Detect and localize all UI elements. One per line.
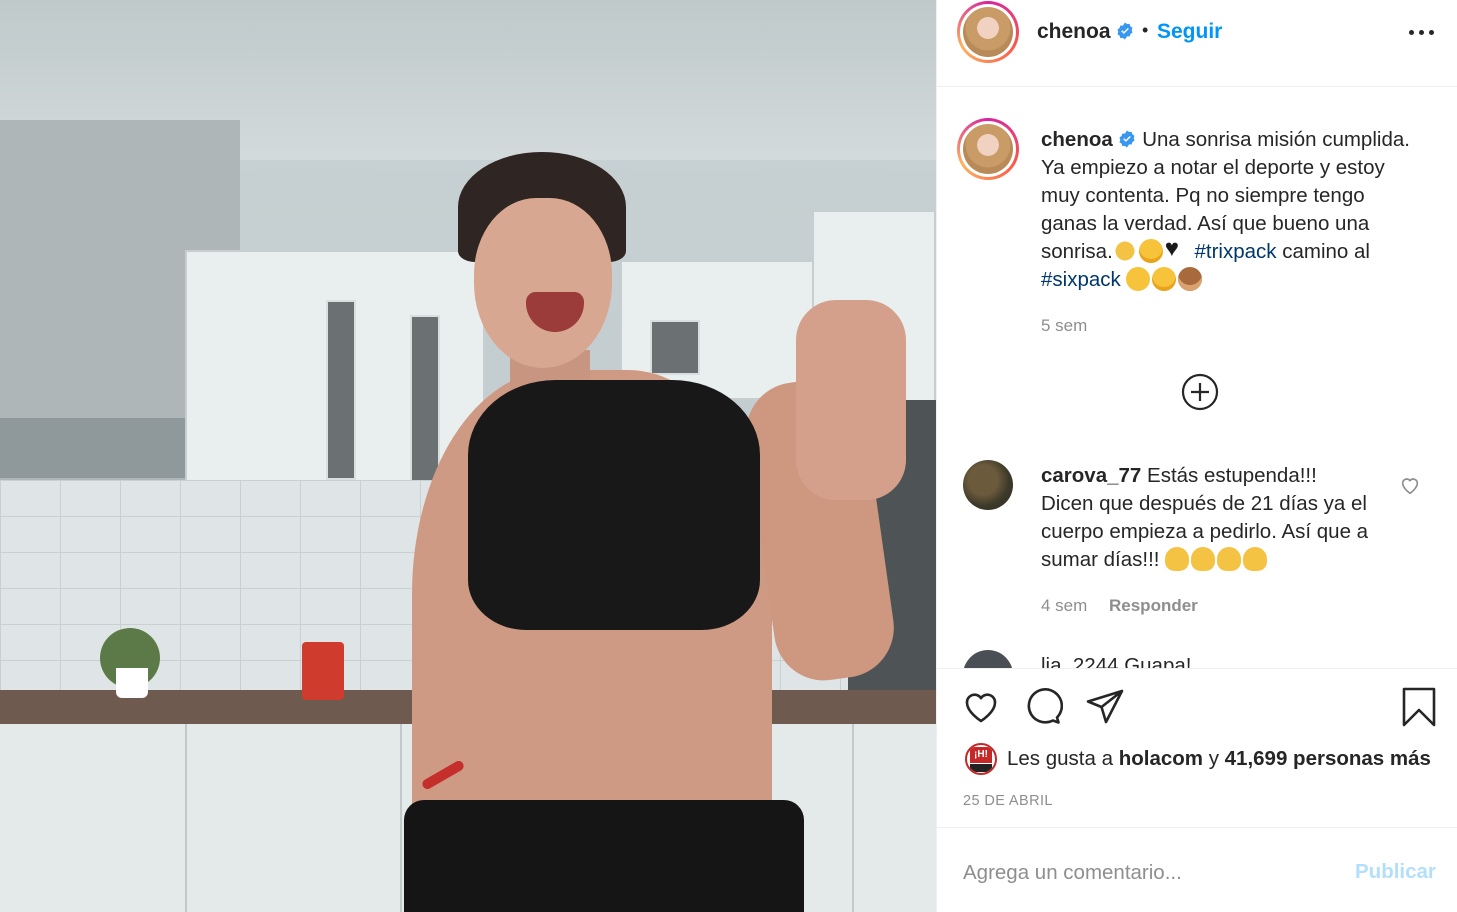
photo-cabinet-glass (650, 320, 700, 375)
caption-middle: camino al (1282, 240, 1370, 263)
verified-badge-icon (1119, 130, 1135, 148)
flexed-biceps-emoji-icon (1165, 547, 1190, 571)
next-comment-partial: lia_2244 Guapa! (1041, 654, 1192, 668)
reply-button[interactable]: Responder (1109, 596, 1198, 616)
eye-roll-emoji-icon (1152, 267, 1177, 291)
photo-cabinet-divider (185, 724, 187, 912)
post-image[interactable] (0, 0, 936, 912)
comment-icon[interactable] (1023, 687, 1064, 727)
liker-avatar-logo: ¡H! (970, 747, 992, 763)
load-more-comments-icon[interactable] (1181, 373, 1219, 411)
photo-red-kettle (302, 642, 344, 700)
author-username[interactable]: chenoa (1037, 20, 1111, 44)
caption-username[interactable]: chenoa (1041, 128, 1113, 151)
comment-text: carova_77 Estás estupenda!!! Dicen que d… (1041, 462, 1371, 574)
paper-plane-icon[interactable] (1085, 687, 1125, 727)
next-commenter-avatar[interactable] (963, 650, 1013, 668)
follow-button[interactable]: Seguir (1157, 20, 1222, 44)
photo-cabinet-glass (326, 300, 356, 480)
rolling-laughing-emoji-icon (1126, 267, 1151, 291)
hashtag-trixpack[interactable]: #trixpack (1194, 240, 1276, 263)
post-date[interactable]: 25 DE ABRIL (963, 793, 1053, 809)
add-comment-bar: Publicar (937, 827, 1457, 912)
flexed-biceps-emoji-icon (1243, 547, 1268, 571)
photo-peace-sign-hand (796, 300, 906, 500)
likes-user[interactable]: holacom (1119, 747, 1203, 770)
flexed-biceps-emoji-icon (1191, 547, 1216, 571)
more-options-icon[interactable] (1407, 20, 1437, 44)
bookmark-icon[interactable] (1399, 687, 1439, 727)
likes-joiner: y (1208, 747, 1219, 770)
likes-summary: Les gusta a holacom y 41,699 personas má… (1007, 747, 1431, 771)
photo-sports-top (468, 380, 760, 630)
comments-section[interactable]: chenoa Una sonrisa misión cumplida. Ya e… (937, 88, 1457, 668)
publish-button[interactable]: Publicar (1355, 860, 1436, 884)
comment-like-heart-icon[interactable] (1399, 474, 1421, 496)
caption-timestamp[interactable]: 5 sem (1041, 316, 1087, 336)
photo-cabinet-divider (400, 724, 402, 912)
photo-cabinet-glass (410, 315, 440, 485)
comment-input[interactable] (963, 856, 1343, 890)
photo-person-face (474, 198, 612, 368)
author-avatar-image (963, 7, 1013, 57)
caption-avatar[interactable] (957, 118, 1019, 180)
verified-badge-icon (1116, 22, 1134, 43)
post-side-panel: chenoa • Seguir chenoa Una sonrisa misió… (936, 0, 1457, 912)
caption-avatar-image (963, 124, 1013, 174)
header-separator: • (1142, 20, 1149, 40)
photo-plant-pot (116, 668, 148, 698)
caption-text: chenoa Una sonrisa misión cumplida. Ya e… (1041, 126, 1411, 294)
black-heart-emoji-icon (1165, 235, 1187, 263)
folded-hands-emoji-icon (1112, 239, 1137, 263)
smiling-face-emoji-icon (1138, 239, 1163, 263)
likes-others[interactable]: 41,699 personas más (1225, 747, 1431, 770)
hashtag-sixpack[interactable]: #sixpack (1041, 268, 1121, 291)
flexed-biceps-emoji-icon (1217, 547, 1242, 571)
author-avatar[interactable] (957, 1, 1019, 63)
see-no-evil-monkey-emoji-icon (1178, 267, 1203, 291)
post-actions: ¡H! Les gusta a holacom y 41,699 persona… (937, 668, 1457, 827)
post-header: chenoa • Seguir (937, 0, 1457, 87)
commenter-avatar[interactable] (963, 460, 1013, 510)
photo-cabinet-divider (852, 724, 854, 912)
commenter-username[interactable]: carova_77 (1041, 464, 1141, 487)
likes-prefix: Les gusta a (1007, 747, 1113, 770)
photo-shorts (404, 800, 804, 912)
liker-avatar[interactable]: ¡H! (965, 743, 997, 775)
comment-timestamp[interactable]: 4 sem (1041, 596, 1087, 616)
heart-icon[interactable] (961, 687, 1001, 727)
photo-range-hood (0, 418, 185, 478)
